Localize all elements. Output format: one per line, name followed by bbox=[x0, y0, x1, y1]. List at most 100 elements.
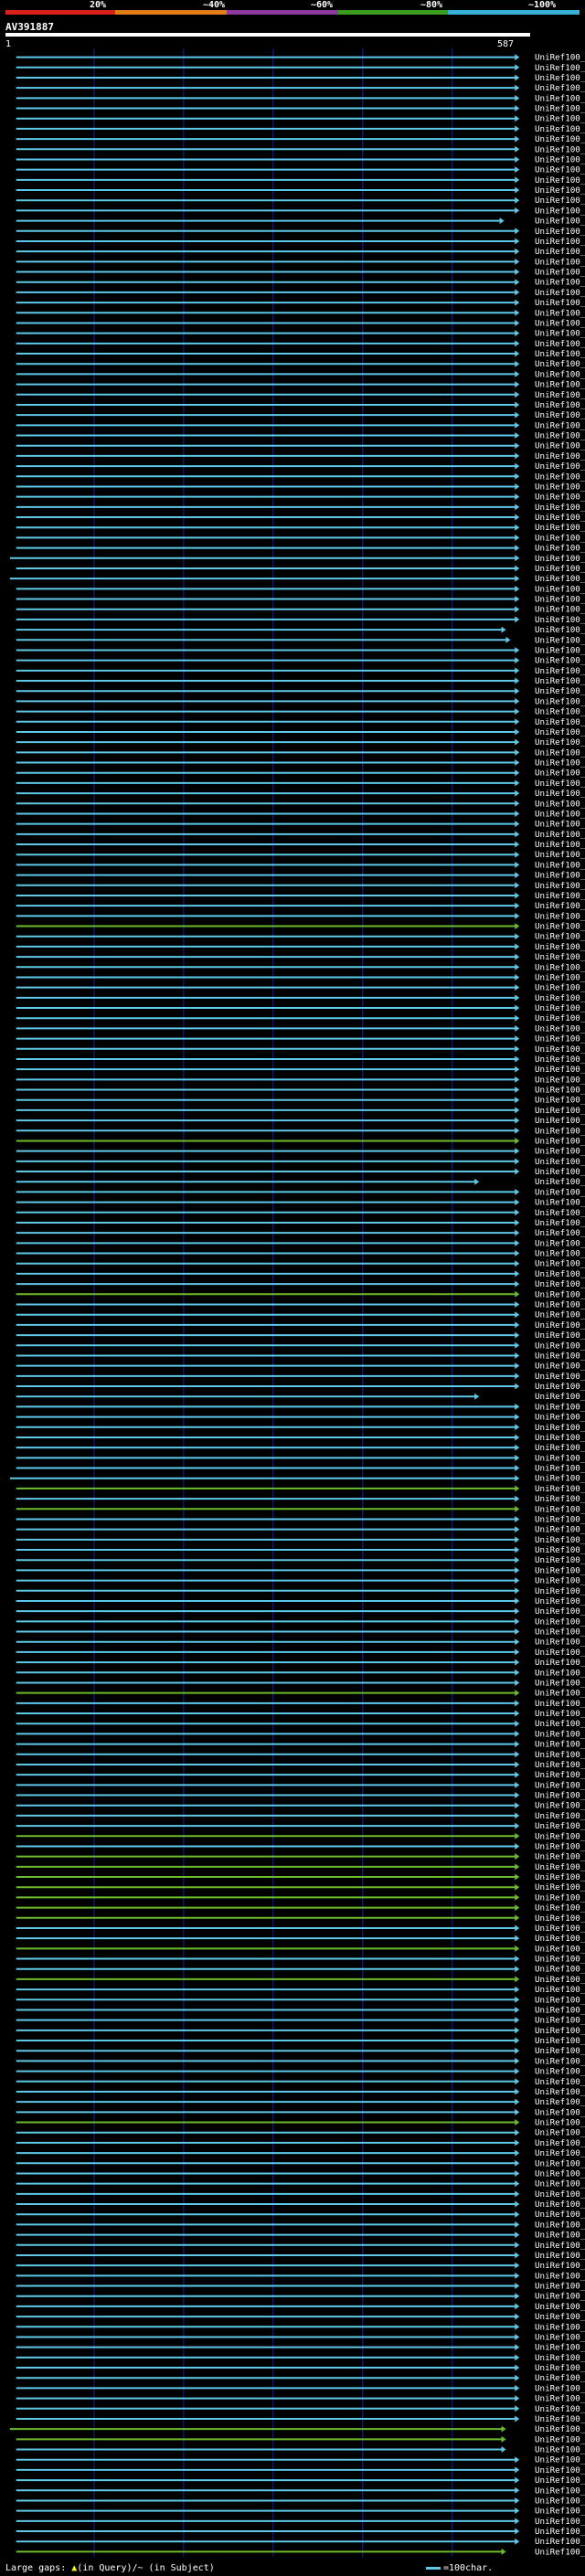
hit-arrow bbox=[515, 667, 520, 674]
hit-label: UniRef100_Q73813 bbox=[535, 871, 585, 881]
hit-label: UniRef100_P49397 bbox=[535, 369, 585, 379]
hit-label: UniRef100_C6TLV6 bbox=[535, 165, 585, 175]
hit-label: UniRef100_B7FLW8 bbox=[535, 278, 585, 288]
hit-label: UniRef100_A6R5C3 bbox=[535, 1627, 585, 1638]
hit-arrow bbox=[515, 1087, 520, 1094]
hit-label: UniRef100_Q9C6V0 bbox=[535, 329, 585, 339]
hit-row: UniRef100_UP1000... bbox=[16, 1269, 585, 1279]
hit-row: UniRef100_B6T834 bbox=[16, 605, 585, 615]
hit-label: UniRef100_Q86ZH3 bbox=[535, 1177, 585, 1187]
hit-arrow bbox=[515, 2252, 520, 2259]
hit-arrow bbox=[515, 1004, 520, 1012]
hit-label: UniRef100_A2Q6R8 bbox=[535, 1013, 585, 1023]
hit-label: UniRef100_Q0UFP1 bbox=[535, 1545, 585, 1555]
hit-row: UniRef100_C7YTD6 bbox=[16, 1382, 585, 1392]
hit-arrow bbox=[515, 2476, 520, 2484]
hit-label: UniRef100_B5KTL6 bbox=[535, 217, 585, 227]
hit-row: UniRef100_UP1000... bbox=[16, 2036, 585, 2046]
legend-gaps-prefix: Large gaps: bbox=[5, 2563, 72, 2573]
hit-label: UniRef100_Q4RPX1 bbox=[535, 2547, 585, 2557]
hit-label: UniRef100_UP1000... bbox=[535, 2424, 585, 2434]
hit-row: UniRef100_B8BP92 bbox=[16, 441, 585, 451]
hit-arrow bbox=[515, 1883, 520, 1891]
hit-arrow bbox=[515, 1045, 520, 1053]
hit-row: UniRef100_Q5E8V1 bbox=[16, 1729, 585, 1739]
hit-label: UniRef100_B9F527 bbox=[535, 390, 585, 400]
hit-arrow bbox=[515, 1117, 520, 1124]
hit-row: UniRef100_Q5B3D0 bbox=[16, 134, 585, 144]
hit-arrow bbox=[515, 1526, 520, 1533]
hit-row: UniRef100_P22248 bbox=[16, 2363, 585, 2373]
hit-arrow bbox=[515, 1792, 520, 1799]
hit-label: UniRef100_C5ME52 bbox=[535, 2189, 585, 2200]
hit-label: UniRef100_C5YD92 bbox=[535, 359, 585, 369]
hit-arrow bbox=[515, 2037, 520, 2044]
hit-label: UniRef100_Q6EVQ4 bbox=[535, 1535, 585, 1545]
hit-arrow bbox=[515, 2293, 520, 2300]
hit-label: UniRef100_P61247 bbox=[535, 830, 585, 840]
hit-arrow bbox=[515, 1076, 520, 1083]
hit-row: UniRef100_C9UC06 bbox=[16, 1709, 585, 1719]
hit-arrow bbox=[515, 2374, 520, 2381]
hit-row: UniRef100_Q9C6V0 bbox=[16, 329, 585, 339]
hit-row: UniRef100_Q73813 bbox=[16, 871, 585, 881]
hit-label: UniRef100_Q70MP2 bbox=[535, 1413, 585, 1423]
hit-label: UniRef100_B4J2D9 bbox=[535, 1872, 585, 1882]
hit-row: UniRef100_C1N0Y3 bbox=[16, 2383, 585, 2393]
hit-row: UniRef100_P33444 bbox=[16, 144, 585, 154]
hit-row: UniRef100_C4YPF8 bbox=[16, 1648, 585, 1658]
hit-label: UniRef100_C5XG25 bbox=[535, 666, 585, 676]
hit-arrow bbox=[515, 1383, 520, 1390]
hit-arrow bbox=[515, 289, 520, 296]
hit-row: UniRef100_B2Z5F2 bbox=[16, 1147, 585, 1157]
hit-label: UniRef100_B6M966 bbox=[535, 2200, 585, 2210]
hit-row: UniRef100_A5C3W8 bbox=[16, 451, 585, 461]
hit-arrow bbox=[515, 1587, 520, 1595]
hit-arrow bbox=[515, 943, 520, 950]
hit-label: UniRef100_C7YTD6 bbox=[535, 1382, 585, 1392]
hit-row: UniRef100_C6T1B6 bbox=[16, 206, 585, 216]
hit-row: UniRef100_Q29DU2 bbox=[16, 1975, 585, 1985]
hit-row: UniRef100_Q09781 bbox=[16, 2220, 585, 2230]
hit-row: UniRef100_Q90133 bbox=[16, 911, 585, 921]
hit-row: UniRef100_C5ME52 bbox=[16, 2189, 585, 2200]
hit-row: UniRef100_Q4TBS6 bbox=[16, 1198, 585, 1208]
hit-label: UniRef100_Q4P4C2 bbox=[535, 1934, 585, 1944]
hit-arrow bbox=[515, 1761, 520, 1768]
hit-arrow bbox=[515, 728, 520, 736]
hit-label: UniRef100_UP1000... bbox=[535, 1238, 585, 1248]
hit-arrow bbox=[515, 2344, 520, 2351]
hit-label: UniRef100_Q6KUB9 bbox=[535, 2434, 585, 2444]
hit-label: UniRef100_Q5BT36 bbox=[535, 1565, 585, 1575]
hit-arrow bbox=[515, 1097, 520, 1104]
hit-label: UniRef100_UP1000... bbox=[535, 758, 585, 769]
hit-arrow bbox=[515, 2098, 520, 2105]
hit-label: UniRef100_C5GS07 bbox=[535, 1668, 585, 1678]
hit-label: UniRef100_B4L7F0 bbox=[535, 1985, 585, 1995]
hit-arrow bbox=[515, 800, 520, 807]
hit-arrow bbox=[515, 1566, 520, 1574]
hit-row: UniRef100_Q1HUX2 bbox=[16, 922, 585, 932]
hit-arrow bbox=[515, 1168, 520, 1175]
hit-row: UniRef100_P49396 bbox=[16, 318, 585, 328]
hit-row: UniRef100_P33442 bbox=[16, 2271, 585, 2281]
hit-label: UniRef100_Q1HUX2 bbox=[535, 922, 585, 932]
hit-label: UniRef100_C1EED7 bbox=[535, 656, 585, 666]
hit-label: UniRef100_Q285L8 bbox=[535, 73, 585, 83]
hit-row: UniRef100_C5YD91 bbox=[16, 420, 585, 430]
hit-row: UniRef100_Q4DDU8 bbox=[16, 1484, 585, 1494]
hit-row: UniRef100_B8NSD4 bbox=[16, 1760, 585, 1770]
hit-arrow bbox=[515, 1812, 520, 1819]
hit-label: UniRef100_Q5W8J7 bbox=[535, 2046, 585, 2056]
hit-label: UniRef100_UP1000... bbox=[535, 1453, 585, 1463]
hit-arrow bbox=[515, 2169, 520, 2177]
hit-label: UniRef100_UP1000... bbox=[535, 1167, 585, 1177]
hit-arrow bbox=[515, 258, 520, 265]
hit-label: UniRef100_Q90133 bbox=[535, 911, 585, 921]
hit-label: UniRef100_Q4QY68 bbox=[535, 972, 585, 982]
hit-row: UniRef100_C1EED7 bbox=[16, 656, 585, 666]
hit-arrow bbox=[515, 2047, 520, 2054]
hit-label: UniRef100_A9QQ87 bbox=[535, 1126, 585, 1136]
hit-label: UniRef100_UP1000... bbox=[535, 737, 585, 747]
hit-label: UniRef100_A9TGN1 bbox=[535, 1116, 585, 1126]
